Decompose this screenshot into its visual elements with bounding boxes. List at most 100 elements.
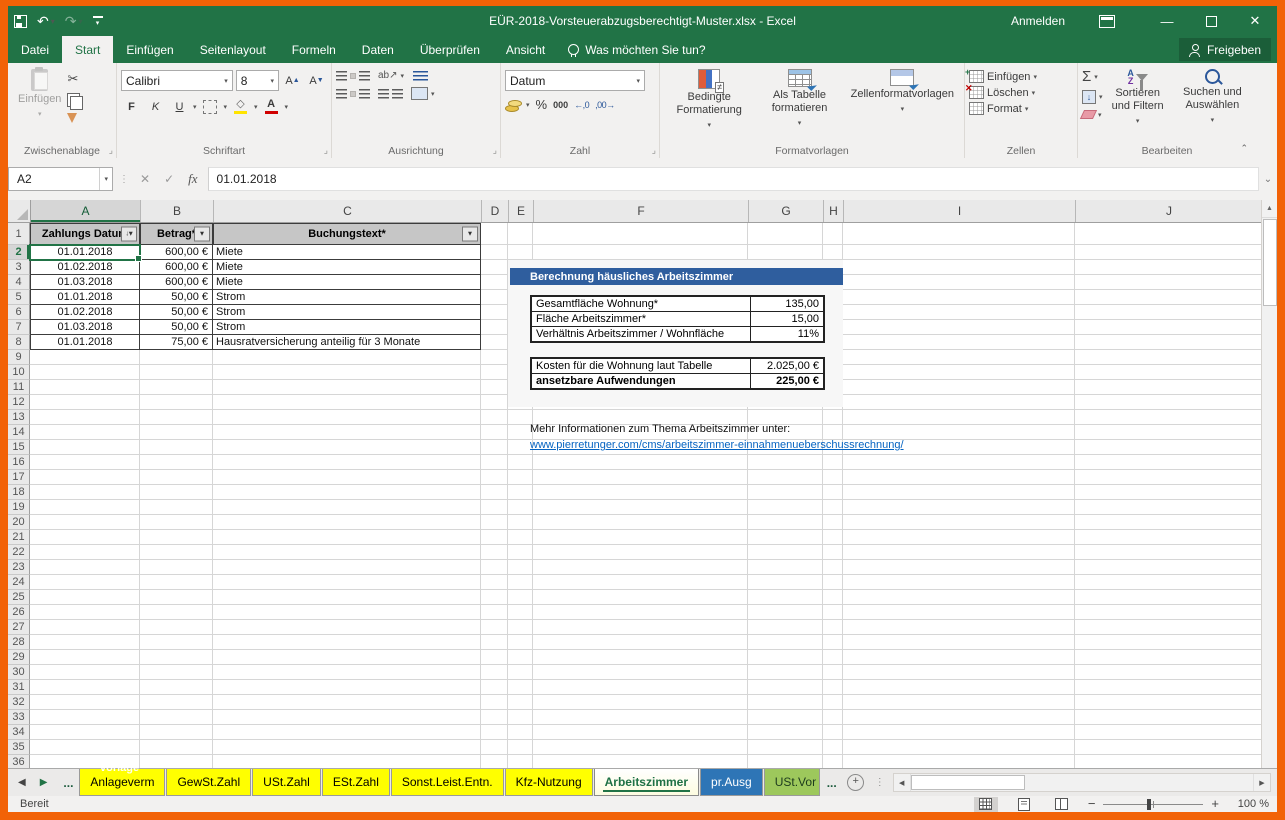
cell-J9[interactable] [1075, 350, 1262, 365]
cell-H22[interactable] [823, 545, 843, 560]
column-header-I[interactable]: I [844, 200, 1076, 222]
sheet-tab-ust-zahl[interactable]: USt.Zahl [252, 769, 321, 796]
row-header-1[interactable]: 1 [8, 223, 30, 245]
row-header-10[interactable]: 10 [8, 365, 30, 380]
cell-J22[interactable] [1075, 545, 1262, 560]
cell-B31[interactable] [140, 680, 213, 695]
cell-D8[interactable] [481, 335, 508, 350]
cell-F28[interactable] [533, 635, 748, 650]
cell-F30[interactable] [533, 665, 748, 680]
cell-E33[interactable] [508, 710, 533, 725]
cell-D4[interactable] [481, 275, 508, 290]
cell-C4[interactable]: Miete [213, 275, 481, 290]
cell-D23[interactable] [481, 560, 508, 575]
redo-button[interactable]: ↷▾ [65, 13, 83, 30]
cell-B12[interactable] [140, 395, 213, 410]
cell-G29[interactable] [748, 650, 823, 665]
cell-C14[interactable] [213, 425, 481, 440]
cell-D34[interactable] [481, 725, 508, 740]
scroll-up-icon[interactable]: ▲ [1262, 200, 1277, 218]
accounting-dropdown-icon[interactable]: ▾ [526, 101, 530, 109]
cell-J24[interactable] [1075, 575, 1262, 590]
cell-A33[interactable] [30, 710, 140, 725]
cell-G19[interactable] [748, 500, 823, 515]
cell-D30[interactable] [481, 665, 508, 680]
cell-B14[interactable] [140, 425, 213, 440]
cell-I10[interactable] [843, 365, 1075, 380]
column-header-B[interactable]: B [141, 200, 214, 222]
row-header-21[interactable]: 21 [8, 530, 30, 545]
tab-start[interactable]: Start [62, 36, 113, 63]
cell-H18[interactable] [823, 485, 843, 500]
cell-A6[interactable]: 01.02.2018 [30, 305, 140, 320]
cell-E27[interactable] [508, 620, 533, 635]
sheet-tab-arbeitszimmer[interactable]: Arbeitszimmer [594, 769, 699, 796]
zoom-slider-handle[interactable] [1147, 799, 1151, 810]
column-header-A[interactable]: A [31, 200, 141, 222]
cell-D9[interactable] [481, 350, 508, 365]
more-sheets-left[interactable]: ... [57, 769, 79, 796]
cell-G16[interactable] [748, 455, 823, 470]
cell-E32[interactable] [508, 695, 533, 710]
cell-J27[interactable] [1075, 620, 1262, 635]
cell-F27[interactable] [533, 620, 748, 635]
cell-E23[interactable] [508, 560, 533, 575]
cell-H25[interactable] [823, 590, 843, 605]
cell-B32[interactable] [140, 695, 213, 710]
cell-B8[interactable]: 75,00 € [140, 335, 213, 350]
borders-dropdown-icon[interactable]: ▾ [224, 103, 228, 111]
cell-C18[interactable] [213, 485, 481, 500]
font-dialog-launcher[interactable]: ⌟ [324, 145, 328, 156]
cell-B4[interactable]: 600,00 € [140, 275, 213, 290]
cell-J33[interactable] [1075, 710, 1262, 725]
cell-C29[interactable] [213, 650, 481, 665]
cell-J20[interactable] [1075, 515, 1262, 530]
cell-F34[interactable] [533, 725, 748, 740]
cell-E18[interactable] [508, 485, 533, 500]
cell-J16[interactable] [1075, 455, 1262, 470]
tab-seitenlayout[interactable]: Seitenlayout [187, 36, 279, 63]
cell-H34[interactable] [823, 725, 843, 740]
cell-F18[interactable] [533, 485, 748, 500]
scroll-left-icon[interactable]: ◀ [894, 774, 911, 791]
cell-E31[interactable] [508, 680, 533, 695]
cut-icon[interactable]: ✂ [67, 71, 80, 87]
ribbon-display-options-icon[interactable] [1099, 15, 1115, 28]
column-header-C[interactable]: C [214, 200, 482, 222]
cell-A31[interactable] [30, 680, 140, 695]
cell-G22[interactable] [748, 545, 823, 560]
cell-B29[interactable] [140, 650, 213, 665]
cell-F26[interactable] [533, 605, 748, 620]
cell-B30[interactable] [140, 665, 213, 680]
cell-J8[interactable] [1075, 335, 1262, 350]
minimize-button[interactable]: — [1145, 6, 1189, 36]
arbeitszimmer-hyperlink[interactable]: www.pierretunger.com/cms/arbeitszimmer-e… [530, 439, 904, 451]
cell-H24[interactable] [823, 575, 843, 590]
cell-B22[interactable] [140, 545, 213, 560]
cell-E29[interactable] [508, 650, 533, 665]
cell-G26[interactable] [748, 605, 823, 620]
cell-A32[interactable] [30, 695, 140, 710]
cell-A1[interactable]: Zahlungs Datum↓▾ [30, 223, 140, 245]
cell-J30[interactable] [1075, 665, 1262, 680]
cell-J10[interactable] [1075, 365, 1262, 380]
sheet-tab-est-zahl[interactable]: ESt.Zahl [322, 769, 390, 796]
cell-H20[interactable] [823, 515, 843, 530]
cell-A19[interactable] [30, 500, 140, 515]
row-header-35[interactable]: 35 [8, 740, 30, 755]
bold-button[interactable]: F [121, 97, 142, 116]
row-header-15[interactable]: 15 [8, 440, 30, 455]
cell-J6[interactable] [1075, 305, 1262, 320]
cell-D33[interactable] [481, 710, 508, 725]
horizontal-scrollbar[interactable]: ◀ ▶ [893, 773, 1271, 792]
column-header-H[interactable]: H [824, 200, 844, 222]
cell-G32[interactable] [748, 695, 823, 710]
normal-view-button[interactable] [974, 797, 998, 812]
cell-D1[interactable] [481, 223, 508, 245]
cell-C5[interactable]: Strom [213, 290, 481, 305]
cell-F33[interactable] [533, 710, 748, 725]
cell-I33[interactable] [843, 710, 1075, 725]
cell-G21[interactable] [748, 530, 823, 545]
cell-J31[interactable] [1075, 680, 1262, 695]
align-bottom-icon[interactable] [359, 71, 370, 81]
